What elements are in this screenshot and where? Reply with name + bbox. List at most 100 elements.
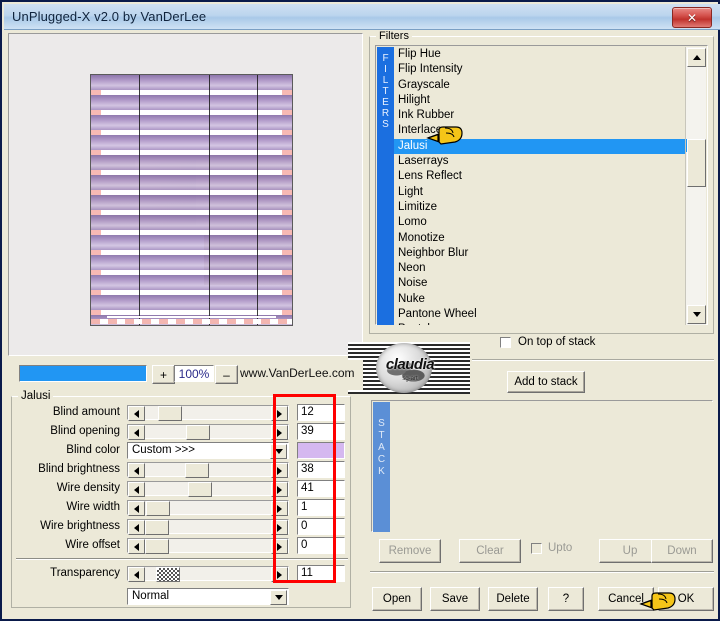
filter-list-item[interactable]: Neighbor Blur [394, 246, 686, 261]
filter-list-item[interactable]: Lomo [394, 215, 686, 230]
cancel-button[interactable]: Cancel [598, 587, 654, 611]
parameter-slider-track[interactable] [127, 405, 289, 421]
filter-list-item[interactable]: Laserrays [394, 154, 686, 169]
parameter-increment-button[interactable] [271, 482, 288, 497]
parameter-slider-thumb[interactable] [145, 520, 169, 535]
parameter-slider-thumb[interactable] [157, 406, 182, 421]
transparency-slider-thumb[interactable] [156, 567, 180, 582]
parameter-slider-track[interactable] [127, 519, 289, 535]
blind-slat [91, 95, 292, 110]
blend-mode-combo[interactable]: Normal [127, 588, 289, 605]
preview-bottom-line [107, 316, 276, 318]
filter-list-item[interactable]: Nuke [394, 292, 686, 307]
parameter-value-field[interactable]: 39 [297, 423, 345, 440]
parameter-increment-button[interactable] [271, 406, 288, 421]
parameter-value-field[interactable]: 0 [297, 537, 345, 554]
filter-list-item[interactable]: Jalusi [394, 138, 686, 155]
scroll-up-button[interactable] [687, 48, 706, 67]
parameter-row: Blind amount 12 [14, 404, 345, 421]
filter-list-item[interactable]: Monotize [394, 231, 686, 246]
zoom-out-button[interactable]: – [215, 365, 238, 384]
blend-mode-dropdown-arrow[interactable] [270, 590, 287, 605]
scroll-down-button[interactable] [687, 305, 706, 324]
parameter-decrement-button[interactable] [128, 539, 145, 554]
clear-button[interactable]: Clear [459, 539, 521, 563]
parameter-increment-button[interactable] [271, 539, 288, 554]
parameter-decrement-button[interactable] [128, 482, 145, 497]
parameter-value-field[interactable]: 12 [297, 404, 345, 421]
transparency-value-field[interactable]: 11 [297, 565, 345, 582]
parameter-slider-thumb[interactable] [146, 501, 171, 516]
parameter-decrement-button[interactable] [128, 520, 145, 535]
parameter-value-field[interactable]: 1 [297, 499, 345, 516]
parameter-decrement-button[interactable] [128, 463, 145, 478]
arrow-left-icon [134, 466, 139, 475]
filter-list-item[interactable]: Pantone Wheel [394, 307, 686, 322]
ok-button[interactable]: OK [658, 587, 714, 611]
parameter-decrement-button[interactable] [128, 406, 145, 421]
blind-color-dropdown-arrow[interactable] [270, 444, 287, 459]
filter-list-item[interactable]: Interlace [394, 123, 686, 138]
title-bar: UnPlugged-X v2.0 by VanDerLee ✕ [4, 4, 720, 30]
upto-checkbox[interactable] [531, 542, 542, 554]
parameter-increment-button[interactable] [271, 425, 288, 440]
filter-list-item[interactable]: Hilight [394, 93, 686, 108]
parameter-slider-track[interactable] [127, 424, 289, 440]
arrow-right-icon [277, 570, 282, 579]
preview-panel[interactable] [8, 33, 363, 356]
arrow-left-icon [134, 570, 139, 579]
filter-list-item[interactable]: Grayscale [394, 78, 686, 93]
transparency-decrement-button[interactable] [128, 567, 145, 582]
preview-image[interactable] [90, 74, 293, 326]
filter-list-item[interactable]: Lens Reflect [394, 169, 686, 184]
parameter-decrement-button[interactable] [128, 425, 145, 440]
zoom-in-button[interactable]: + [152, 365, 175, 384]
scrollbar-thumb[interactable] [687, 139, 706, 187]
parameter-slider-track[interactable] [127, 462, 289, 478]
parameter-slider-thumb[interactable] [145, 539, 169, 554]
filter-list-item[interactable]: Pastel [394, 322, 686, 325]
open-button[interactable]: Open [372, 587, 422, 611]
parameter-value-field[interactable]: 41 [297, 480, 345, 497]
help-button[interactable]: ? [548, 587, 584, 611]
parameter-increment-button[interactable] [271, 520, 288, 535]
parameter-slider-thumb[interactable] [186, 425, 211, 440]
filters-scrollbar[interactable] [685, 47, 706, 325]
stack-listbox[interactable]: STACK [371, 400, 713, 532]
blind-color-combo[interactable]: Custom >>> [127, 442, 289, 459]
filter-list-item[interactable]: Neon [394, 261, 686, 276]
stack-button-row: Remove Clear Upto Up Down [371, 539, 713, 563]
down-button[interactable]: Down [651, 539, 713, 563]
parameter-increment-button[interactable] [271, 463, 288, 478]
filter-list-item[interactable]: Limitize [394, 200, 686, 215]
transparency-increment-button[interactable] [271, 567, 288, 582]
stack-list[interactable] [390, 402, 713, 532]
delete-button[interactable]: Delete [488, 587, 538, 611]
filters-listbox[interactable]: FILTERS Flip Hue Flip Intensity Grayscale H… [375, 45, 708, 325]
close-button[interactable]: ✕ [672, 7, 712, 28]
parameter-slider-track[interactable] [127, 538, 289, 554]
parameter-value-field[interactable]: 38 [297, 461, 345, 478]
filter-list-item[interactable]: Flip Hue [394, 47, 686, 62]
filter-list-item[interactable]: Noise [394, 276, 686, 291]
filter-list-item[interactable]: Light [394, 185, 686, 200]
blind-color-swatch[interactable] [297, 442, 345, 459]
transparency-slider-track[interactable] [127, 566, 289, 582]
parameter-decrement-button[interactable] [128, 501, 145, 516]
filter-list-item[interactable]: Flip Intensity [394, 62, 686, 77]
chevron-down-icon [274, 595, 283, 600]
parameter-slider-track[interactable] [127, 481, 289, 497]
parameter-slider-thumb[interactable] [188, 482, 213, 497]
filters-list[interactable]: Flip Hue Flip Intensity Grayscale Hilight In… [394, 47, 686, 325]
parameter-slider-thumb[interactable] [185, 463, 210, 478]
upto-row[interactable]: Upto [531, 542, 572, 554]
on-top-of-stack-checkbox[interactable] [500, 336, 511, 348]
parameter-increment-button[interactable] [271, 501, 288, 516]
save-button[interactable]: Save [430, 587, 480, 611]
filter-list-item[interactable]: Ink Rubber [394, 108, 686, 123]
on-top-of-stack-row[interactable]: On top of stack [500, 334, 650, 350]
remove-button[interactable]: Remove [379, 539, 441, 563]
parameter-value-field[interactable]: 0 [297, 518, 345, 535]
add-to-stack-button[interactable]: Add to stack [507, 371, 585, 393]
parameter-slider-track[interactable] [127, 500, 289, 516]
